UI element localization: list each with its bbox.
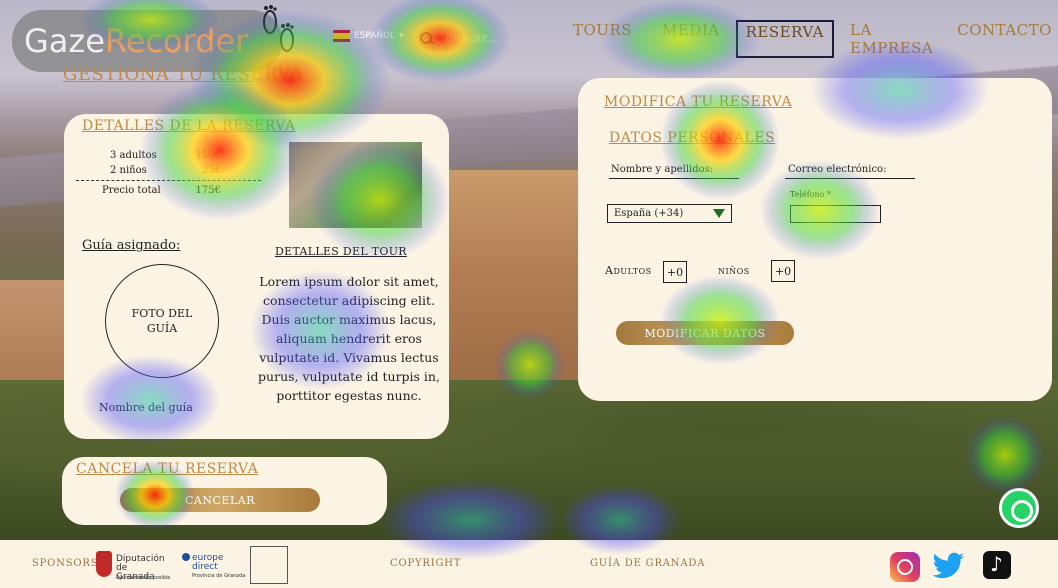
search-bar — [420, 24, 560, 52]
whatsapp-icon[interactable] — [999, 488, 1039, 528]
footer: SPONSORS Diputación de Granada Ayuntamie… — [0, 540, 1058, 588]
cancel-title: CANCELA TU RESERVA — [76, 461, 259, 477]
tour-photo — [289, 142, 422, 228]
phone-input[interactable] — [790, 205, 881, 223]
guide-granada-label: GUÍA DE GRANADA — [590, 558, 706, 569]
twitter-icon[interactable] — [932, 550, 966, 582]
price-divider — [76, 180, 261, 181]
adults-label: Adultos — [605, 264, 652, 277]
europe-direct-name: europe direct — [192, 553, 224, 572]
email-field[interactable] — [785, 178, 915, 179]
language-label: ESPAÑOL — [354, 31, 396, 41]
modify-booking-card: MODIFICA TU RESERVA DATOS PERSONALES Nom… — [578, 78, 1052, 401]
diputacion-sub: Ayuntamiento posible — [116, 575, 171, 581]
europe-direct-logo-icon[interactable] — [182, 553, 190, 561]
footprints-icon[interactable] — [258, 4, 300, 60]
name-field-label: Nombre y apellidos: — [611, 164, 714, 175]
modify-title: MODIFICA TU RESERVA — [604, 94, 793, 110]
chevron-down-icon: ▾ — [399, 31, 404, 41]
booking-details-card: DETALLES DE LA RESERVA 3 adultos 150€ 2 … — [64, 114, 449, 439]
kids-counter[interactable]: +0 — [771, 260, 795, 282]
adults-counter[interactable]: +0 — [663, 261, 687, 283]
guide-title: Guía asignado: — [82, 238, 181, 253]
modify-data-button[interactable]: MODIFICAR DATOS — [616, 321, 794, 345]
booking-details-title: DETALLES DE LA RESERVA — [82, 118, 296, 134]
tour-details-title: DETALLES DEL TOUR — [275, 245, 407, 258]
phone-label: Teléfono * — [790, 190, 832, 199]
search-icon[interactable] — [420, 31, 433, 45]
copyright-label: COPYRIGHT — [390, 558, 462, 569]
spain-flag-icon — [333, 30, 350, 42]
sponsors-label: SPONSORS — [32, 558, 99, 569]
gazerecorder-logo: GazeRecorder — [12, 10, 282, 72]
language-selector[interactable]: ESPAÑOL ▾ — [333, 30, 404, 42]
instagram-icon[interactable] — [890, 552, 920, 582]
guide-name: Nombre del guía — [99, 401, 193, 414]
price-row-kids: 2 niños 25€ — [110, 165, 221, 176]
price-row-adults: 3 adultos 150€ — [110, 150, 221, 161]
nav-media[interactable]: MEDIA — [654, 20, 728, 58]
search-input[interactable] — [445, 31, 545, 45]
diputacion-logo-icon[interactable] — [96, 551, 112, 577]
tour-description: Lorem ipsum dolor sit amet, consectetur … — [258, 274, 440, 403]
cancel-button[interactable]: CANCELAR — [120, 488, 320, 512]
guide-photo: FOTO DEL GUÍA — [105, 264, 219, 378]
price-table: 3 adultos 150€ 2 niños 25€ Precio total … — [76, 148, 261, 198]
palace-building — [440, 170, 585, 400]
crest-logo-icon[interactable] — [250, 546, 288, 584]
name-field[interactable] — [609, 178, 739, 179]
tiktok-icon[interactable] — [983, 551, 1011, 579]
nav-contacto[interactable]: CONTACTO — [949, 20, 1058, 58]
dropdown-arrow-icon — [713, 209, 725, 218]
personal-data-title: DATOS PERSONALES — [609, 130, 776, 146]
kids-label: niños — [718, 264, 750, 277]
logo-text-gaze: Gaze — [24, 22, 105, 60]
price-total: Precio total 175€ — [102, 185, 221, 196]
page-title: GESTIONA TU RESERVA — [63, 64, 304, 85]
europe-direct-sub: Provincia de Granada — [192, 573, 246, 579]
nav-reserva[interactable]: RESERVA — [735, 20, 834, 58]
country-code-select[interactable]: España (+34) — [607, 204, 732, 223]
main-nav: TOURS MEDIA RESERVA LA EMPRESA CONTACTO — [565, 20, 1058, 58]
nav-la-empresa[interactable]: LA EMPRESA — [842, 20, 941, 58]
email-field-label: Correo electrónico: — [788, 164, 887, 175]
nav-tours[interactable]: TOURS — [565, 20, 640, 58]
cancel-booking-card: CANCELA TU RESERVA CANCELAR — [62, 457, 387, 525]
logo-text-recorder: Recorder — [104, 22, 249, 60]
